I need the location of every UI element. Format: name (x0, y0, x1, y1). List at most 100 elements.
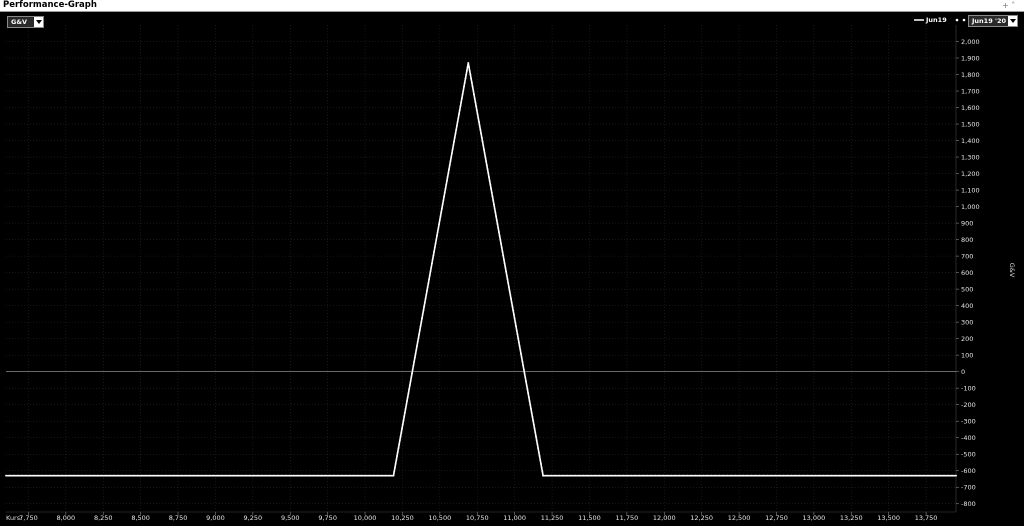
y-tick-label: 500 (961, 286, 973, 294)
series-point (216, 474, 219, 477)
x-tick-label: 10,500 (428, 514, 451, 522)
series-point (192, 474, 195, 477)
y-tick-label: 600 (961, 269, 973, 277)
series-point (902, 474, 905, 477)
series-point (69, 474, 71, 477)
series-point (537, 451, 540, 453)
y-tick-label: 1,800 (961, 71, 980, 79)
series-point (515, 329, 518, 332)
series-point (718, 474, 721, 477)
series-point (356, 474, 359, 477)
series-point (533, 427, 536, 430)
series-point (519, 349, 522, 351)
series-point (710, 474, 713, 477)
series-point (439, 215, 442, 218)
series-point (411, 372, 413, 375)
series-point (527, 396, 530, 398)
series-point (444, 187, 447, 190)
series-point (478, 121, 480, 123)
series-point (531, 415, 534, 418)
series-point (77, 474, 79, 477)
x-tick-label: 10,250 (391, 514, 414, 522)
series-point (413, 360, 416, 363)
series-point (520, 356, 523, 359)
series-point (525, 380, 527, 383)
y-tick-label: 1,700 (961, 88, 980, 96)
series-point (380, 474, 383, 477)
series-point (754, 474, 757, 477)
series-point (408, 384, 411, 387)
series-point (480, 132, 483, 135)
series-point (529, 404, 532, 406)
series-point (634, 474, 637, 477)
series-point (484, 156, 487, 159)
series-point (562, 474, 565, 477)
series-point (842, 474, 845, 477)
x-tick-label: 9,000 (206, 514, 225, 522)
series-point (324, 474, 327, 477)
series-point (416, 345, 418, 347)
series-point (493, 203, 495, 206)
series-point (320, 474, 323, 477)
x-tick-label: 13,000 (802, 514, 825, 522)
series-point (870, 474, 873, 477)
series-point (951, 474, 953, 477)
series-point (714, 474, 717, 477)
series-point (455, 128, 458, 131)
y-tick-label: 900 (961, 220, 973, 228)
series-point (436, 231, 439, 233)
x-tick-label: 8,500 (131, 514, 150, 522)
series-point (478, 124, 481, 127)
series-point (428, 278, 431, 281)
series-point (479, 128, 482, 131)
series-point (433, 246, 436, 249)
series-point (402, 419, 405, 422)
series-point (410, 376, 413, 379)
series-point (886, 474, 889, 477)
series-point (499, 238, 502, 241)
series-point (136, 474, 139, 477)
series-point (911, 474, 913, 477)
x-tick-label: 12,250 (690, 514, 713, 522)
series-point (507, 282, 510, 284)
series-point (539, 459, 542, 461)
series-point (92, 474, 95, 477)
series-point (446, 176, 449, 178)
series-point (786, 474, 789, 477)
series-point (9, 474, 11, 477)
series-point (441, 203, 444, 206)
series-point (364, 474, 367, 477)
series-point (435, 238, 438, 241)
series-point (670, 474, 673, 477)
series-point (57, 474, 59, 477)
y-tick-label: 300 (961, 319, 973, 327)
series-point (448, 168, 450, 170)
series-point (850, 474, 853, 477)
series-point (919, 474, 921, 477)
series-point (487, 172, 490, 174)
series-point (73, 474, 75, 477)
series-point (228, 474, 231, 477)
series-point (510, 297, 512, 300)
series-point (449, 160, 452, 163)
series-point (96, 474, 99, 477)
x-tick-label: 12,500 (728, 514, 751, 522)
series-point (415, 349, 418, 351)
series-point (578, 474, 581, 477)
series-point (420, 321, 423, 324)
series-point (128, 474, 131, 477)
series-point (678, 474, 681, 477)
series-point (49, 474, 51, 477)
series-point (822, 474, 825, 477)
series-point (894, 474, 897, 477)
series-point (491, 195, 494, 198)
series-point (188, 474, 191, 477)
series-point (112, 474, 115, 477)
series-point (734, 474, 737, 477)
series-point (538, 455, 541, 457)
series-point (594, 474, 597, 477)
series-point (411, 368, 414, 371)
series-point (431, 262, 433, 265)
series-point (483, 152, 486, 155)
series-point (536, 443, 539, 446)
